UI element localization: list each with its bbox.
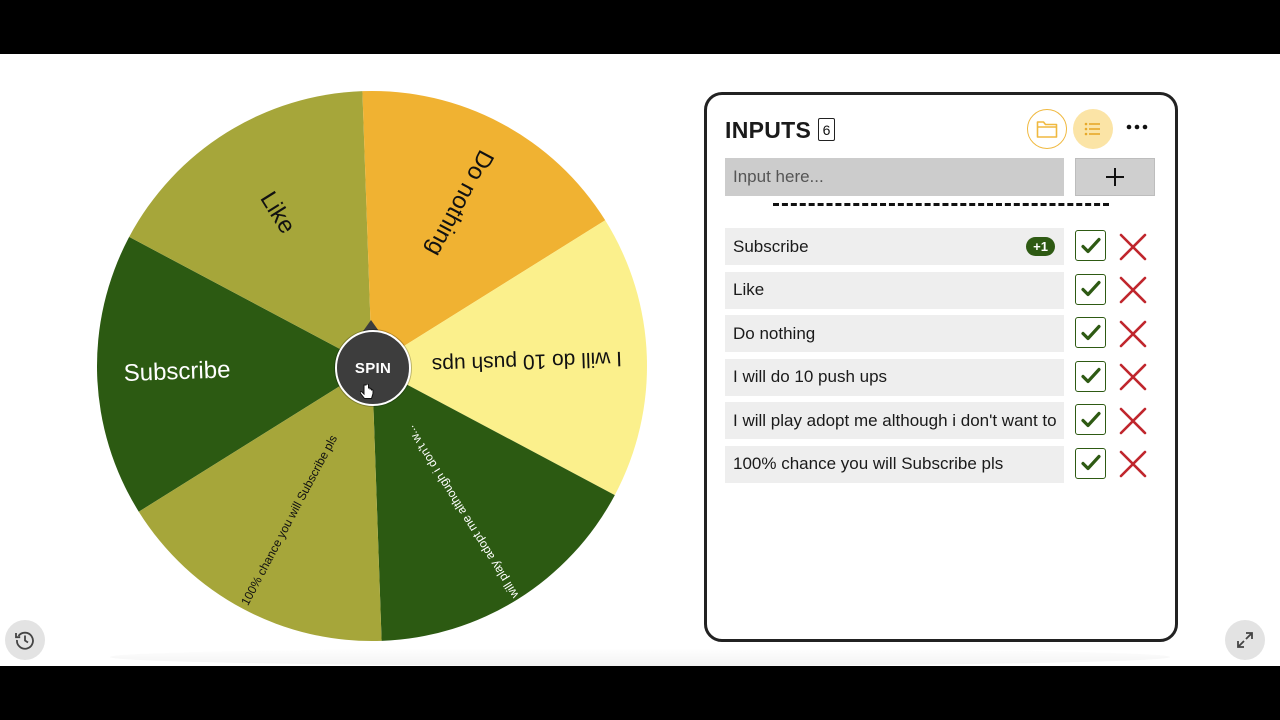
close-icon	[1119, 320, 1146, 347]
add-entry-button[interactable]	[1075, 158, 1155, 196]
duplicate-count-badge: +1	[1026, 237, 1055, 256]
enable-entry-checkbox[interactable]	[1075, 360, 1106, 392]
remove-entry-button[interactable]	[1117, 231, 1148, 262]
entry-text-field[interactable]: Do nothing	[725, 315, 1064, 353]
entry-label: Subscribe	[733, 236, 809, 256]
entry-text-field[interactable]: Subscribe +1	[725, 228, 1064, 265]
enable-entry-checkbox[interactable]	[1075, 404, 1106, 436]
list-item: 100% chance you will Subscribe pls	[725, 445, 1165, 483]
expand-icon	[1237, 632, 1253, 648]
list-view-button[interactable]	[1073, 109, 1113, 149]
remove-entry-button[interactable]	[1117, 318, 1148, 349]
entry-label: 100% chance you will Subscribe pls	[733, 454, 1004, 474]
more-options-button[interactable]	[1123, 112, 1151, 140]
entry-count-badge: 6	[818, 118, 835, 141]
panel-title: INPUTS	[725, 117, 812, 143]
entry-input[interactable]	[725, 158, 1064, 196]
check-icon	[1080, 411, 1101, 427]
enable-entry-checkbox[interactable]	[1075, 447, 1106, 479]
check-icon	[1080, 455, 1101, 471]
list-item: I will do 10 push ups	[725, 358, 1165, 396]
folder-icon	[1036, 121, 1058, 138]
list-item: Do nothing	[725, 315, 1165, 353]
close-icon	[1119, 407, 1146, 435]
fullscreen-button[interactable]	[1225, 620, 1265, 660]
list-icon	[1084, 122, 1100, 136]
entry-label: Do nothing	[733, 323, 816, 343]
wheel[interactable]: Subscribe Like Do nothing I will do 10 push…	[0, 54, 700, 666]
close-icon	[1119, 451, 1146, 478]
hand-cursor-icon	[360, 384, 374, 399]
history-button[interactable]	[5, 620, 45, 660]
check-icon	[1080, 324, 1101, 340]
entry-text-field[interactable]: 100% chance you will Subscribe pls	[725, 445, 1064, 483]
more-icon	[1126, 124, 1148, 130]
entry-list: Subscribe +1 Like Do nothing I will do 1…	[725, 228, 1165, 490]
divider	[773, 203, 1109, 206]
entry-label: Like	[733, 280, 765, 300]
close-icon	[1119, 276, 1146, 304]
remove-entry-button[interactable]	[1117, 275, 1148, 306]
shadow	[110, 648, 1170, 666]
entry-label: I will do 10 push ups	[733, 367, 888, 387]
enable-entry-checkbox[interactable]	[1075, 273, 1106, 305]
check-icon	[1080, 368, 1101, 384]
open-folder-button[interactable]	[1027, 109, 1067, 149]
entry-text-field[interactable]: I will play adopt me although i don't wa…	[725, 402, 1064, 440]
check-icon	[1080, 280, 1101, 297]
remove-entry-button[interactable]	[1117, 405, 1148, 436]
list-item: Like	[725, 271, 1165, 309]
check-icon	[1080, 237, 1101, 253]
entry-text-field[interactable]: I will do 10 push ups	[725, 358, 1064, 396]
enable-entry-checkbox[interactable]	[1075, 230, 1106, 261]
history-icon	[15, 631, 34, 650]
close-icon	[1119, 233, 1146, 260]
remove-entry-button[interactable]	[1117, 362, 1148, 393]
app-stage: Subscribe Like Do nothing I will do 10 push…	[0, 54, 1280, 666]
remove-entry-button[interactable]	[1117, 449, 1148, 480]
inputs-panel: INPUTS 6 Input here... Subscribe +1 Like…	[704, 92, 1178, 642]
wheel-segment-label: Subscribe	[123, 356, 231, 387]
plus-icon	[1106, 168, 1124, 186]
enable-entry-checkbox[interactable]	[1075, 317, 1106, 349]
entry-text-field[interactable]: Like	[725, 271, 1064, 309]
close-icon	[1119, 363, 1146, 391]
list-item: Subscribe +1	[725, 228, 1165, 265]
list-item: I will play adopt me although i don't wa…	[725, 402, 1165, 440]
entry-label: I will play adopt me although i don't wa…	[733, 410, 1057, 430]
